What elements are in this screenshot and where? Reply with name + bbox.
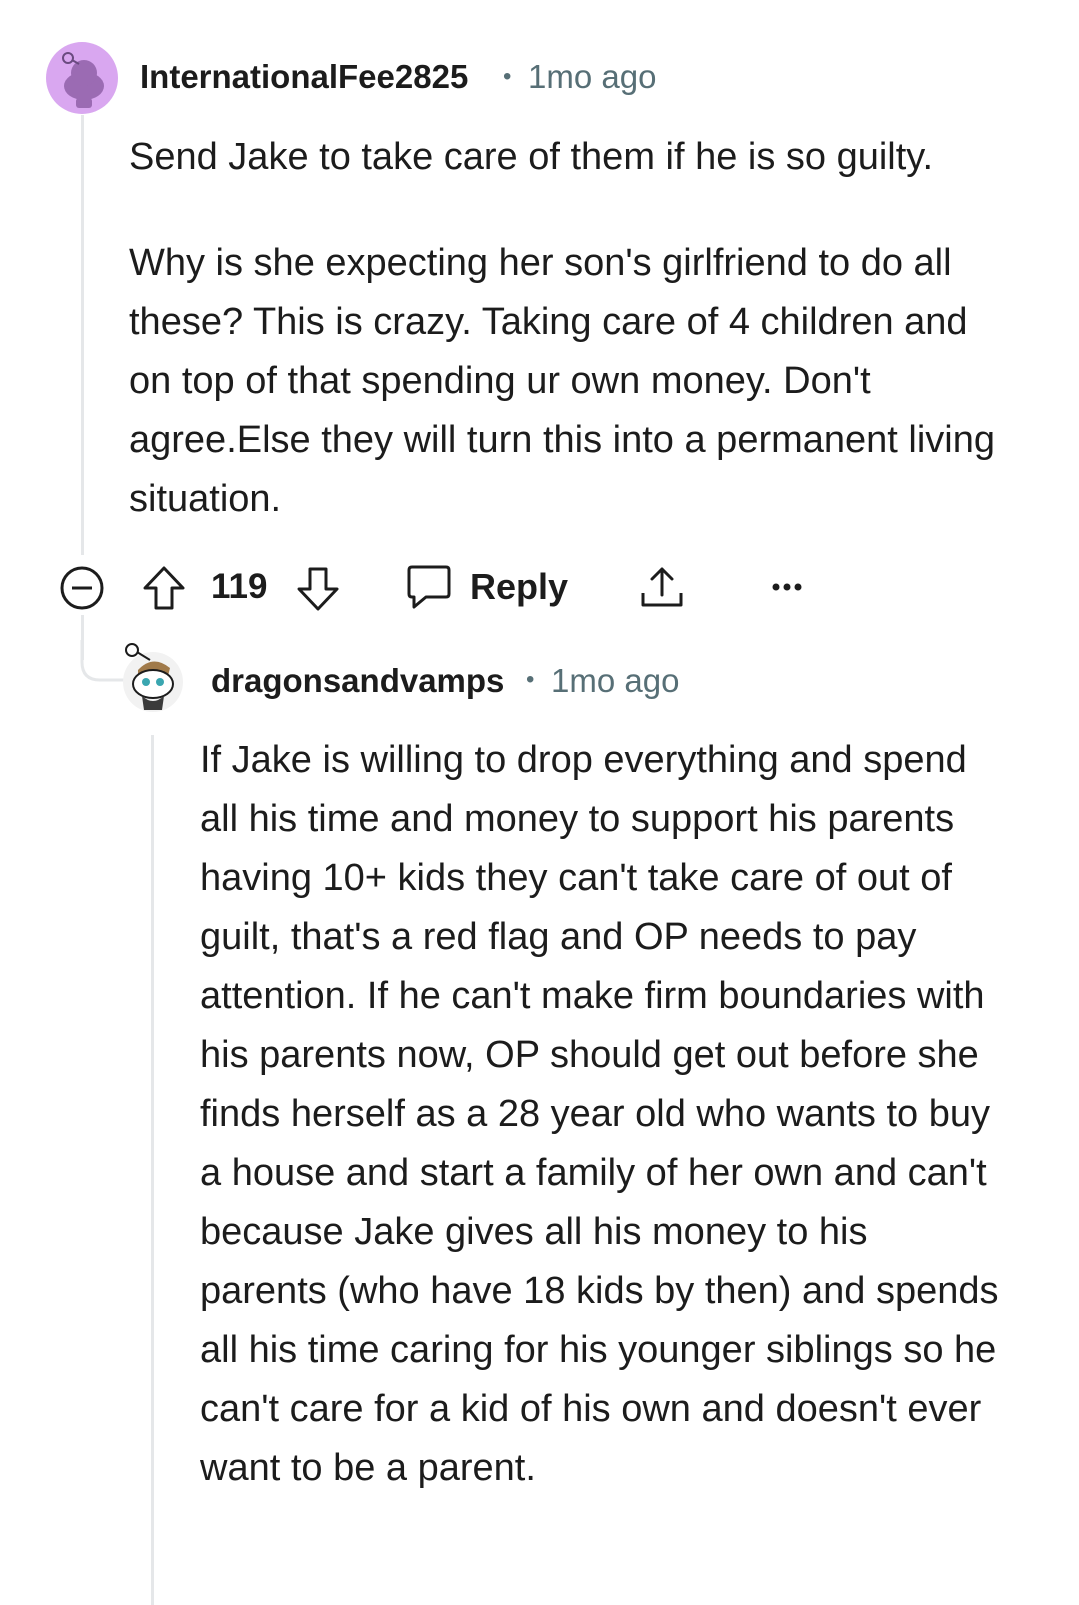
collapse-button[interactable]: [59, 565, 105, 616]
downvote-arrow-icon: [297, 567, 339, 611]
comment-paragraph: Why is she expecting her son's girlfrien…: [129, 242, 996, 520]
upvote-arrow-icon: [143, 566, 185, 610]
reply-label: Reply: [470, 566, 569, 607]
comment-username[interactable]: dragonsandvamps: [211, 662, 504, 700]
comment-paragraph: Send Jake to take care of them if he is …: [129, 136, 934, 178]
downvote-button[interactable]: [296, 566, 340, 617]
more-options-icon: [772, 583, 802, 591]
separator-dot: •: [503, 63, 512, 90]
thread-line: [81, 115, 84, 555]
comment-paragraph: If Jake is willing to drop everything an…: [200, 739, 999, 1489]
speech-bubble-icon: [407, 565, 451, 609]
comment-body: If Jake is willing to drop everything an…: [200, 731, 1000, 1498]
user-avatar[interactable]: [120, 640, 186, 714]
vote-count: 119: [211, 567, 268, 606]
snoo-avatar-icon: [62, 52, 104, 108]
share-button[interactable]: [638, 563, 686, 616]
reply-button[interactable]: Reply: [406, 563, 568, 611]
comment-body: Send Jake to take care of them if he is …: [129, 128, 1029, 529]
comment-username[interactable]: InternationalFee2825: [140, 58, 468, 96]
comment-timestamp: 1mo ago: [528, 58, 657, 95]
thread-connector: [80, 640, 124, 682]
share-icon: [641, 567, 683, 607]
upvote-button[interactable]: [142, 565, 186, 616]
thread-line: [151, 735, 154, 1605]
comment-timestamp: 1mo ago: [551, 662, 680, 699]
separator-dot: •: [526, 666, 535, 693]
more-options-button[interactable]: [770, 577, 804, 602]
collapse-minus-icon: [60, 566, 104, 610]
user-avatar[interactable]: [46, 42, 118, 114]
snoo-avatar-icon: [123, 643, 183, 712]
